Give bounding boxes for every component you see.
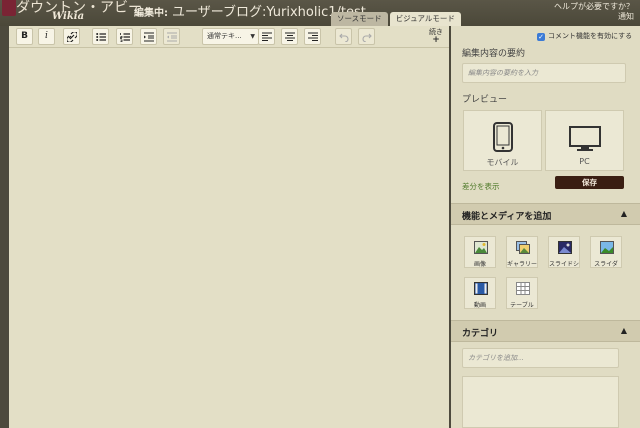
checkbox-checked-icon: ✓ <box>537 33 545 41</box>
add-image-label: 画像 <box>473 261 486 268</box>
table-icon <box>516 282 530 295</box>
redo-icon <box>362 33 372 43</box>
category-section-title: カテゴリ <box>462 329 499 339</box>
notifications-link[interactable]: 通知 <box>618 12 634 21</box>
enable-comments-checkbox[interactable]: ✓ コメント機能を有効にする <box>537 31 632 41</box>
editor-content-area[interactable] <box>9 48 449 428</box>
collapse-triangle-icon: ▲ <box>620 209 627 218</box>
preview-pc-button[interactable]: PC <box>545 110 624 171</box>
collapse-triangle-icon: ▲ <box>620 326 627 335</box>
preview-mobile-label: モバイル <box>486 158 519 167</box>
bold-button[interactable]: B <box>16 28 33 45</box>
more-button[interactable]: 続き + <box>429 28 443 45</box>
mobile-phone-icon <box>493 122 513 152</box>
outdent-button[interactable] <box>163 28 180 45</box>
outdent-icon <box>166 32 177 42</box>
chevron-down-icon: ▼ <box>250 33 255 40</box>
slider-icon <box>600 241 614 254</box>
add-slider-button[interactable]: スライダ <box>590 236 622 268</box>
add-gallery-button[interactable]: ギャラリー <box>506 236 538 268</box>
logo-badge-icon <box>2 0 16 16</box>
bullet-list-button[interactable] <box>92 28 109 45</box>
format-select[interactable]: 通常テキ... ▼ <box>202 28 259 45</box>
logo-subtext: Wikia <box>52 11 85 22</box>
italic-button[interactable]: i <box>38 28 55 45</box>
add-image-button[interactable]: 画像 <box>464 236 496 268</box>
add-table-button[interactable]: テーブル <box>506 277 538 309</box>
add-video-button[interactable]: 動画 <box>464 277 496 309</box>
undo-button[interactable] <box>335 28 352 45</box>
enable-comments-label: コメント機能を有効にする <box>548 32 633 40</box>
align-left-button[interactable] <box>258 28 275 45</box>
category-input[interactable]: カテゴリを追加... <box>462 348 619 368</box>
indent-icon <box>143 32 154 42</box>
bullet-list-icon <box>95 33 106 41</box>
add-video-label: 動画 <box>473 302 486 309</box>
wiki-logo[interactable]: ダウントン・アビー Wikia <box>2 0 142 26</box>
add-slider-label: スライダ <box>594 261 618 268</box>
link-button[interactable] <box>63 28 80 45</box>
save-button[interactable]: 保存 <box>555 176 624 189</box>
numbered-list-button[interactable] <box>116 28 133 45</box>
image-icon <box>474 241 488 254</box>
link-icon <box>65 31 78 43</box>
tab-source-mode[interactable]: ソースモード <box>331 12 388 26</box>
add-slideshow-button[interactable]: スライドシ <box>548 236 580 268</box>
preview-title: プレビュー <box>462 95 508 105</box>
preview-pc-label: PC <box>579 157 590 166</box>
summary-input[interactable]: 編集内容の要約を入力 <box>462 63 626 83</box>
align-center-icon <box>284 32 295 42</box>
redo-button[interactable] <box>358 28 375 45</box>
slideshow-icon <box>558 241 572 254</box>
align-right-button[interactable] <box>304 28 321 45</box>
preview-mobile-button[interactable]: モバイル <box>463 110 542 171</box>
editor-toolbar: B i 通常テキ... ▼ 続き + <box>9 26 449 48</box>
add-slideshow-label: スライドシ <box>549 261 579 268</box>
tab-visual-mode[interactable]: ビジュアルモード <box>389 12 461 26</box>
align-right-icon <box>307 32 318 42</box>
format-select-value: 通常テキ... <box>207 32 242 40</box>
add-gallery-label: ギャラリー <box>507 261 537 268</box>
summary-title: 編集内容の要約 <box>462 49 526 59</box>
undo-icon <box>338 33 348 43</box>
show-diff-link[interactable]: 差分を表示 <box>462 181 500 192</box>
help-area: ヘルプが必要ですか？ 通知 <box>554 2 634 22</box>
add-table-label: テーブル <box>510 302 534 309</box>
category-list <box>462 376 619 428</box>
help-link[interactable]: ヘルプが必要ですか？ <box>554 2 634 11</box>
media-section-header[interactable]: 機能とメディアを追加 ▲ <box>451 203 640 225</box>
editor-mode-tabs: ソースモード ビジュアルモード <box>331 12 461 26</box>
top-bar: ダウントン・アビー Wikia 編集中: ユーザーブログ:Yurixholic1/… <box>0 0 640 26</box>
numbered-list-icon <box>119 33 130 42</box>
align-left-icon <box>261 32 272 42</box>
align-center-button[interactable] <box>281 28 298 45</box>
media-section-title: 機能とメディアを追加 <box>462 212 552 222</box>
video-icon <box>474 282 488 295</box>
desktop-monitor-icon <box>569 126 601 151</box>
category-section-header[interactable]: カテゴリ ▲ <box>451 320 640 342</box>
editor-sidebar: ✓ コメント機能を有効にする 編集内容の要約 編集内容の要約を入力 プレビュー モ… <box>451 26 640 428</box>
gallery-icon <box>516 241 530 254</box>
editing-label: 編集中: <box>134 8 168 19</box>
plus-icon: + <box>432 35 440 45</box>
indent-button[interactable] <box>140 28 157 45</box>
